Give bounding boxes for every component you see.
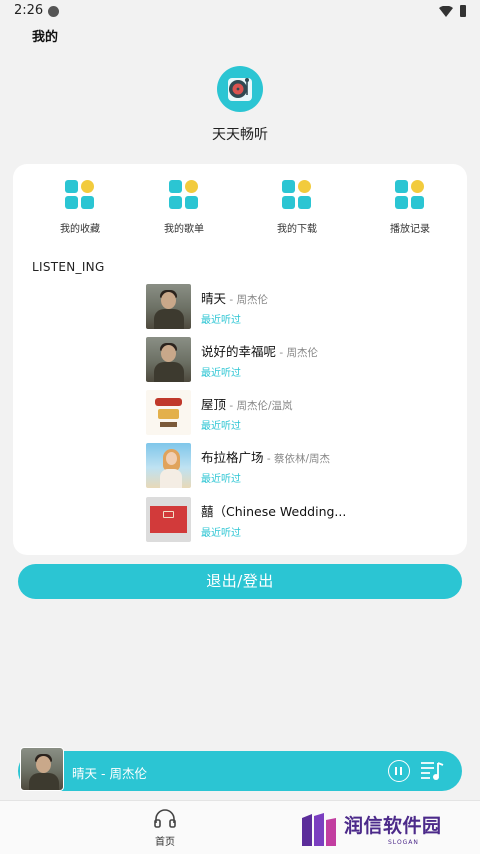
grid-icon [395,180,425,210]
nav-item-home[interactable]: 首页 [140,809,190,849]
song-recent-label: 最近听过 [201,368,241,379]
watermark: 润信软件园 SLOGAN [300,808,472,850]
status-bar: 2:26 [0,0,480,24]
song-name: 囍（Chinese Wedding... [201,504,347,519]
notification-dot-icon [48,6,59,17]
mini-player[interactable]: 晴天 - 周杰伦 [18,747,462,791]
album-cover [146,390,191,435]
status-time: 2:26 [14,3,44,18]
song-item[interactable]: 说好的幸福呢 - 周杰伦 最近听过 [146,337,456,383]
song-artist: - 周杰伦/温岚 [226,400,293,412]
page-title: 我的 [32,30,59,45]
song-item[interactable]: 屋顶 - 周杰伦/温岚 最近听过 [146,390,456,436]
song-title: 屋顶 - 周杰伦/温岚 [201,394,293,413]
watermark-logo-icon [302,813,336,846]
song-name: 说好的幸福呢 [201,344,277,359]
album-cover [146,284,191,329]
pause-icon[interactable] [388,760,410,782]
player-song-title: 晴天 - 周杰伦 [72,766,147,781]
song-item[interactable]: 布拉格广场 - 蔡依林/周杰 最近听过 [146,443,456,489]
song-name: 布拉格广场 [201,450,264,465]
song-recent-label: 最近听过 [201,315,241,326]
song-name: 晴天 [201,291,227,306]
grid-icon [65,180,95,210]
shortcut-label: 我的收藏 [60,224,100,235]
shortcut-label: 我的歌单 [164,224,204,235]
playlist-icon[interactable] [420,760,444,782]
shortcut-downloads[interactable]: 我的下载 [252,180,342,236]
nav-label-home: 首页 [155,837,175,848]
song-recent-label: 最近听过 [201,421,241,432]
shortcut-label: 我的下载 [277,224,317,235]
logout-button[interactable]: 退出/登出 [18,564,462,599]
watermark-text: 润信软件园 [344,815,442,837]
song-recent-label: 最近听过 [201,474,241,485]
song-artist: - 周杰伦 [226,294,268,306]
player-album-cover[interactable] [20,747,64,791]
profile-card: 我的收藏 我的歌单 我的下载 播放记录 LISTEN_ING 晴天 - 周杰伦 … [13,164,467,555]
album-cover [146,497,191,542]
shortcut-label: 播放记录 [390,224,430,235]
wifi-icon [439,6,453,17]
song-recent-label: 最近听过 [201,528,241,539]
grid-icon [169,180,199,210]
section-title: LISTEN_ING [32,260,105,274]
song-title: 说好的幸福呢 - 周杰伦 [201,341,318,360]
shortcut-history[interactable]: 播放记录 [365,180,455,236]
song-title: 布拉格广场 - 蔡依林/周杰 [201,447,330,466]
song-artist: - 周杰伦 [276,347,318,359]
song-artist: - 蔡依林/周杰 [263,453,331,465]
watermark-slogan: SLOGAN [388,839,419,846]
headphones-icon [154,809,176,828]
album-cover [146,337,191,382]
album-cover [146,443,191,488]
song-title: 晴天 - 周杰伦 [201,288,268,307]
song-name: 屋顶 [201,397,227,412]
grid-icon [282,180,312,210]
song-title: 囍（Chinese Wedding... [201,501,346,520]
song-item[interactable]: 晴天 - 周杰伦 最近听过 [146,284,456,330]
vinyl-record-icon [217,66,263,112]
song-item[interactable]: 囍（Chinese Wedding... 最近听过 [146,497,456,543]
shortcut-playlists[interactable]: 我的歌单 [139,180,229,236]
app-name: 天天畅听 [212,127,268,143]
shortcut-favorites[interactable]: 我的收藏 [35,180,125,236]
battery-icon [460,5,466,17]
